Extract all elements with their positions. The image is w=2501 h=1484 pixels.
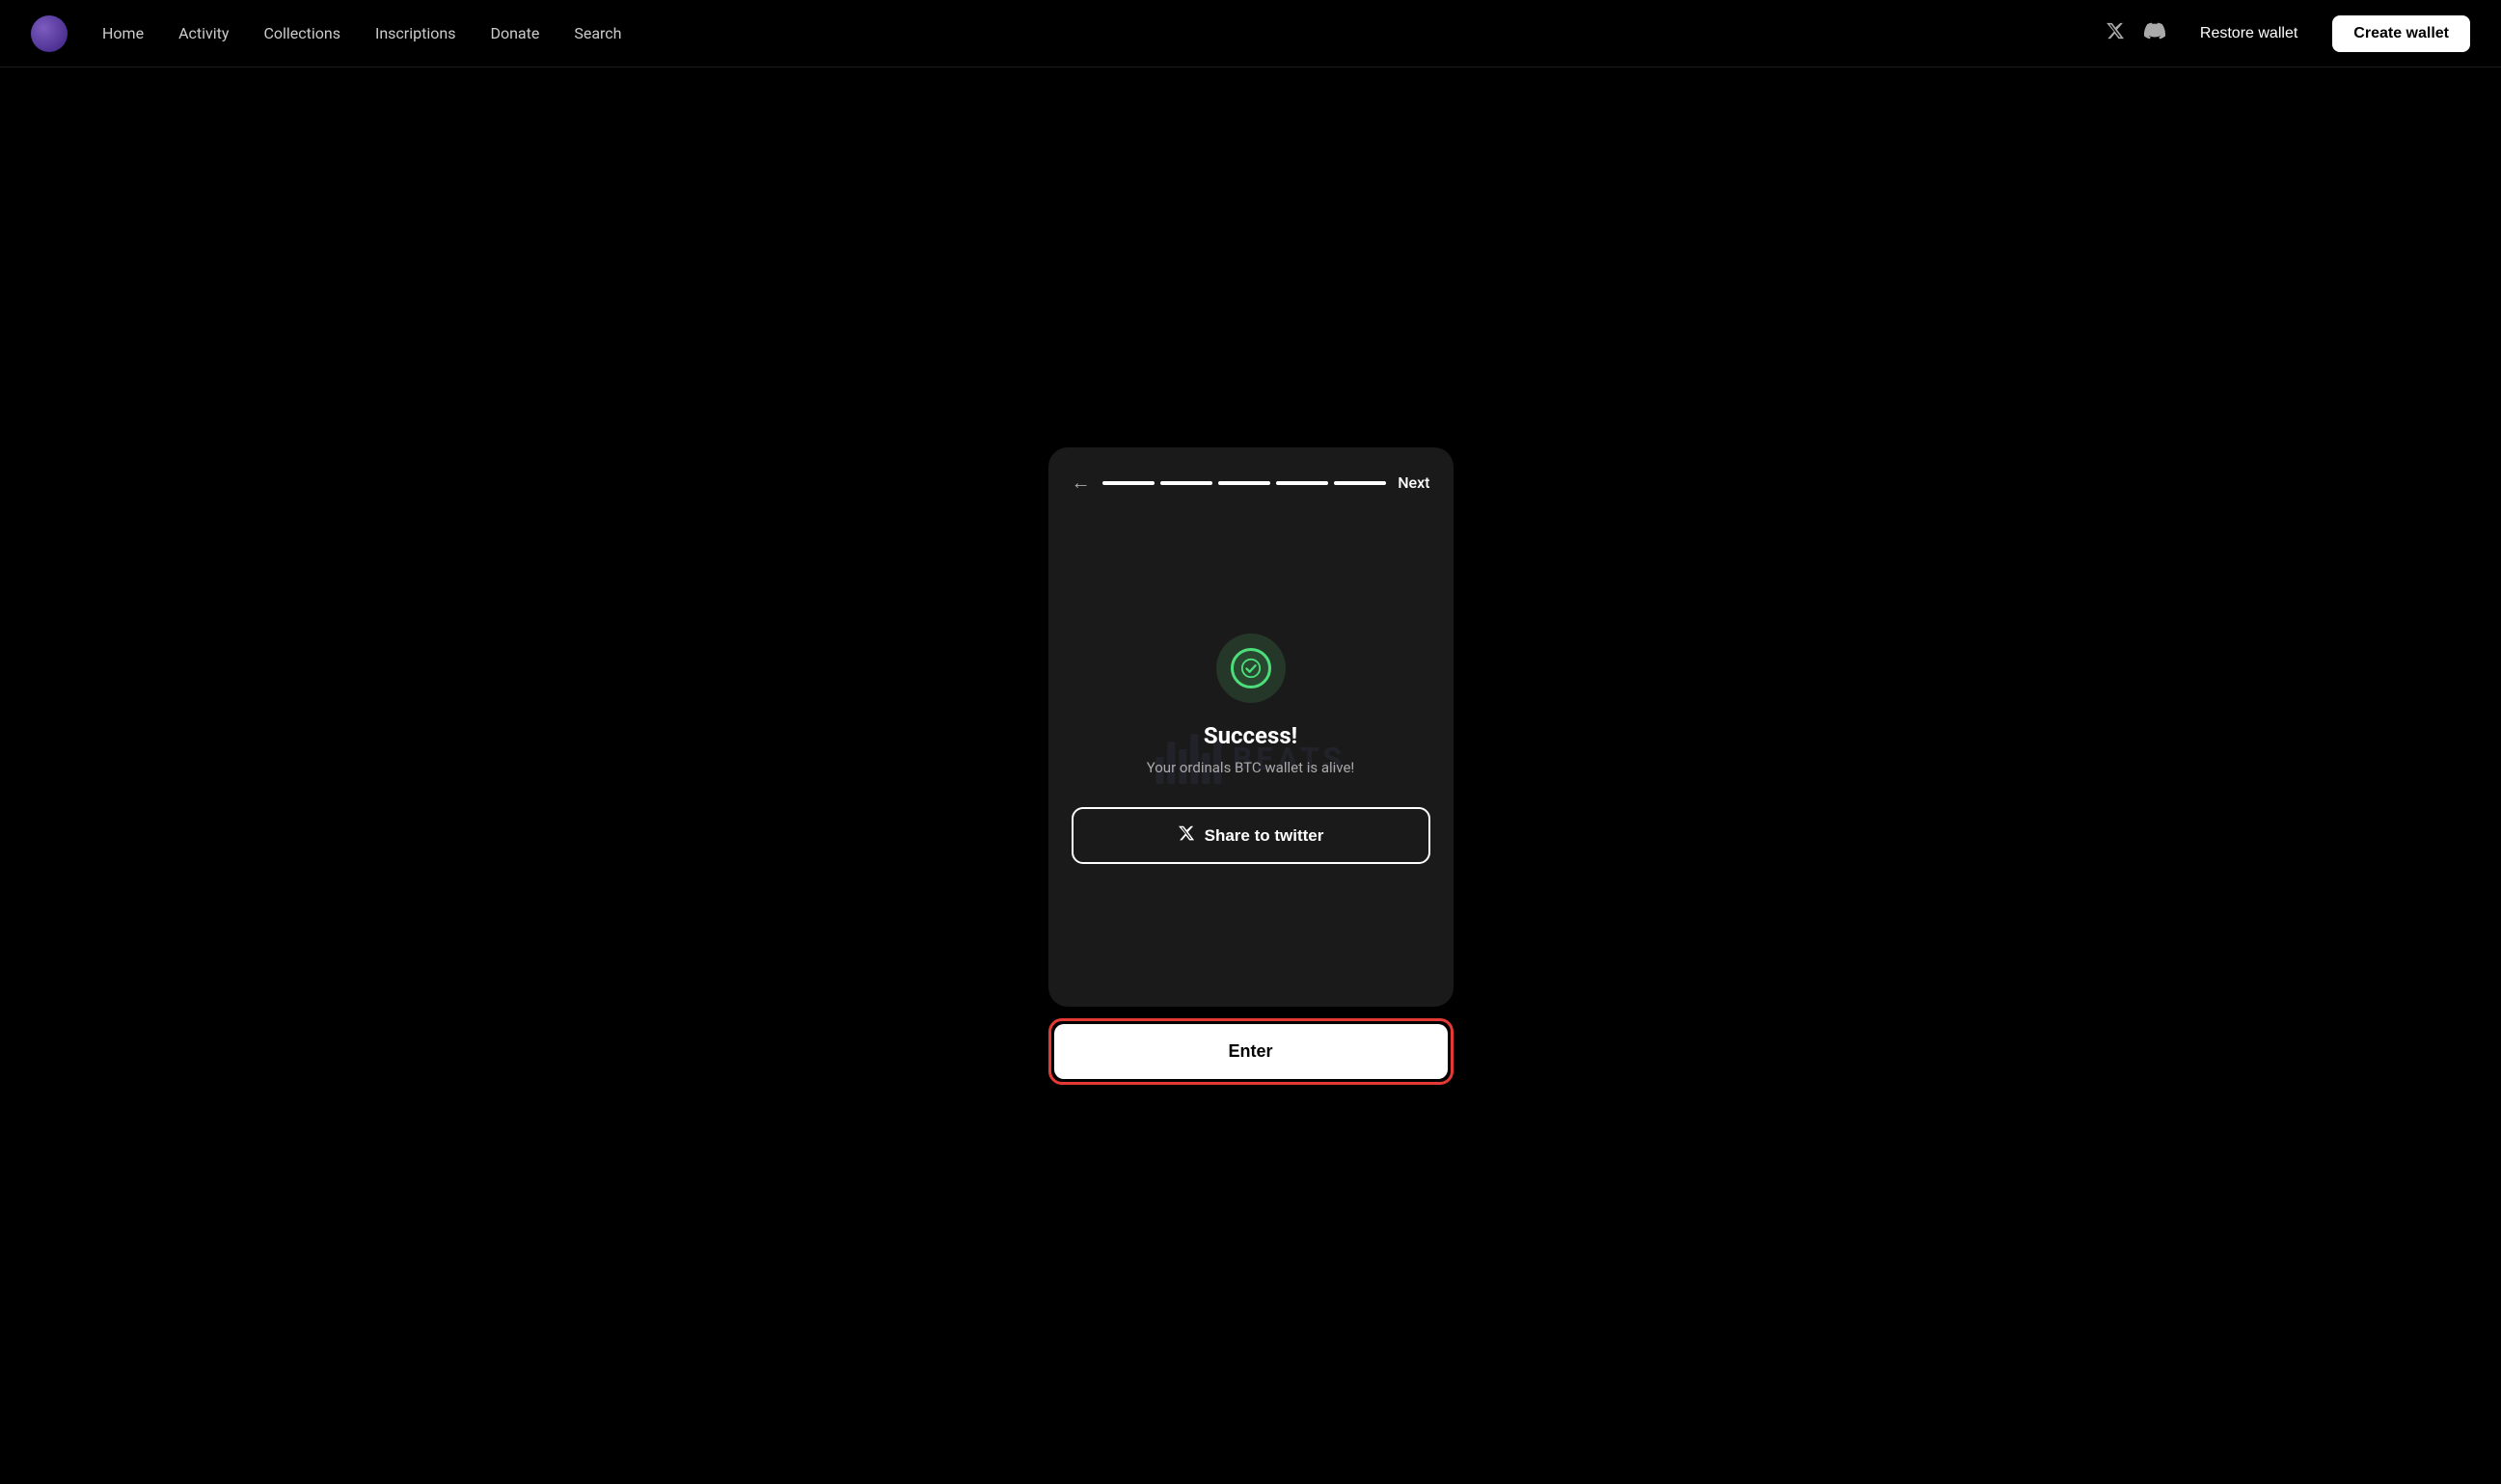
navbar: Home Activity Collections Inscriptions D…	[0, 0, 2501, 67]
nav-activity[interactable]: Activity	[178, 24, 229, 42]
create-wallet-button[interactable]: Create wallet	[2332, 15, 2470, 52]
modal-header: ← Next	[1048, 447, 1454, 510]
nav-home[interactable]: Home	[102, 24, 144, 42]
nav-donate[interactable]: Donate	[490, 24, 539, 42]
progress-bar-3	[1218, 481, 1270, 485]
main-content: ← Next	[0, 67, 2501, 1484]
share-twitter-label: Share to twitter	[1205, 826, 1324, 846]
discord-nav-icon[interactable]	[2144, 20, 2165, 46]
modal-body: BEATS Success! Your ordinals BTC wallet …	[1048, 510, 1454, 1007]
share-twitter-button[interactable]: Share to twitter	[1072, 807, 1430, 864]
back-arrow-button[interactable]: ←	[1072, 471, 1091, 495]
enter-button-container: Enter	[1048, 1018, 1454, 1085]
check-svg	[1240, 658, 1262, 679]
enter-button[interactable]: Enter	[1054, 1024, 1448, 1079]
nav-links: Home Activity Collections Inscriptions D…	[102, 24, 2106, 42]
logo[interactable]	[31, 15, 68, 52]
modal-card: ← Next	[1048, 447, 1454, 1007]
twitter-button-icon	[1178, 824, 1195, 847]
success-icon-wrap	[1216, 634, 1286, 703]
nav-search[interactable]: Search	[574, 24, 621, 42]
twitter-nav-icon[interactable]	[2106, 21, 2125, 45]
progress-bar-4	[1276, 481, 1328, 485]
nav-right: Restore wallet Create wallet	[2106, 15, 2470, 52]
nav-collections[interactable]: Collections	[263, 24, 340, 42]
content-wrapper: ← Next	[1048, 447, 1454, 1085]
enter-section: Enter	[1048, 1018, 1454, 1085]
progress-bars	[1102, 481, 1387, 485]
next-button[interactable]: Next	[1398, 473, 1429, 492]
progress-bar-5	[1334, 481, 1386, 485]
success-subtitle: Your ordinals BTC wallet is alive!	[1147, 759, 1355, 776]
success-checkmark	[1231, 648, 1271, 688]
progress-bar-1	[1102, 481, 1155, 485]
progress-bar-2	[1160, 481, 1212, 485]
restore-wallet-button[interactable]: Restore wallet	[2185, 17, 2313, 50]
nav-inscriptions[interactable]: Inscriptions	[375, 24, 455, 42]
success-title: Success!	[1204, 722, 1297, 749]
